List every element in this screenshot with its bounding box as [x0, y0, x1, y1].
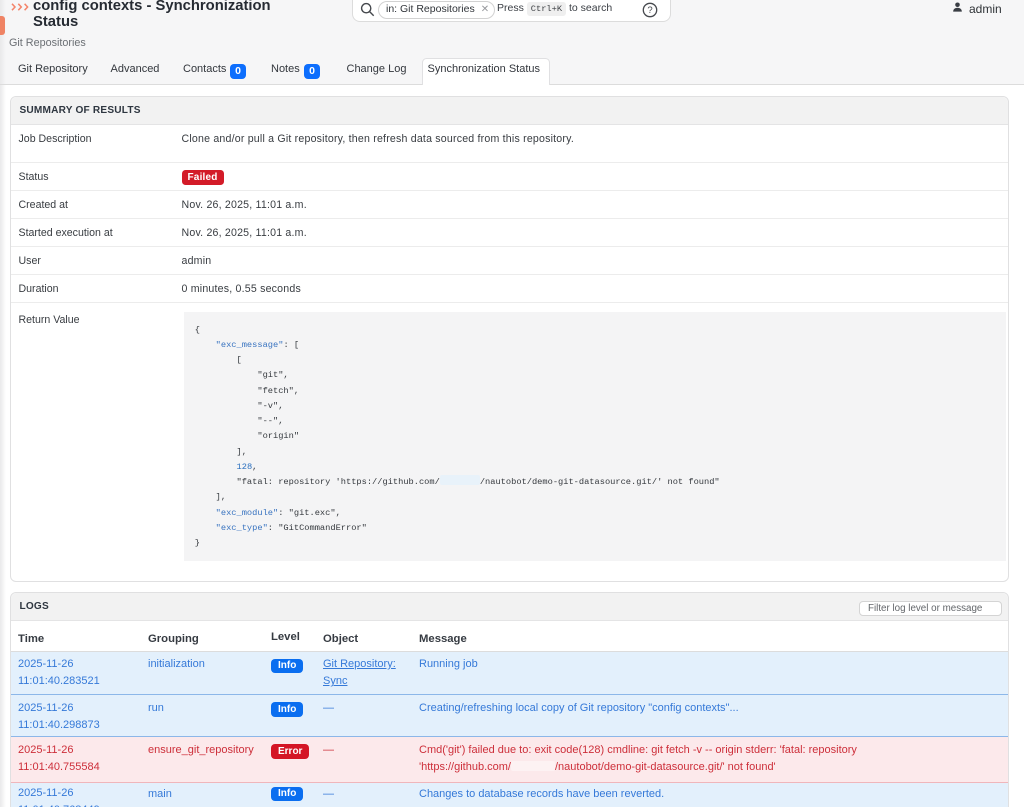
svg-text:?: ? [647, 5, 652, 16]
